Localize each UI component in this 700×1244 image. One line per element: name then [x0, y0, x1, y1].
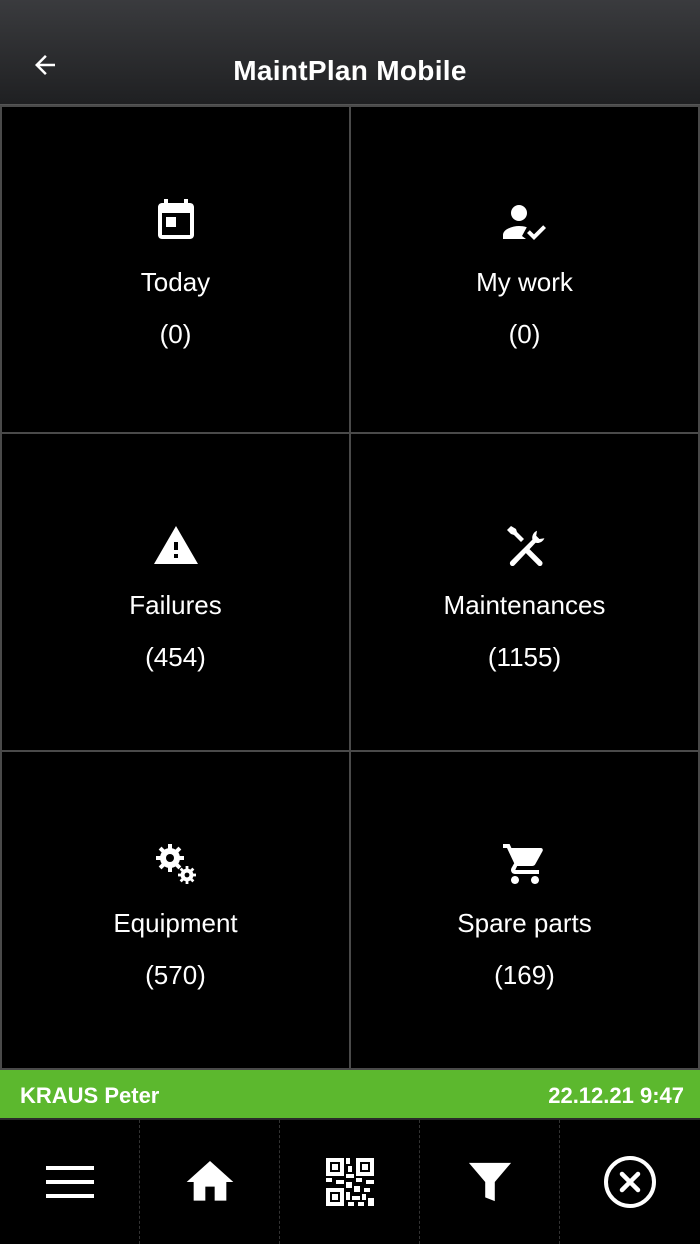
home-icon: [186, 1161, 233, 1201]
tile-count: (0): [159, 319, 192, 349]
date-time: 22.12.21 9:47: [548, 1083, 684, 1108]
filter-icon: [468, 1162, 511, 1202]
bottom-nav: [0, 1120, 700, 1244]
tile-equipment[interactable]: Equipment (570): [0, 750, 351, 1070]
tile-my-work[interactable]: My work (0): [349, 105, 700, 434]
tile-label: Equipment: [113, 908, 238, 938]
tile-label: Today: [140, 267, 211, 297]
menu-button[interactable]: [0, 1120, 140, 1244]
tile-label: Failures: [129, 590, 222, 620]
close-circle-icon: [604, 1156, 656, 1208]
page-title: MaintPlan Mobile: [233, 55, 467, 86]
status-bar: KRAUS Peter 22.12.21 9:47: [0, 1070, 700, 1120]
tile-label: Maintenances: [443, 590, 606, 620]
tile-label: Spare parts: [457, 908, 592, 938]
cart-icon: [502, 844, 543, 884]
home-button[interactable]: [140, 1120, 280, 1244]
menu-icon: [45, 1166, 94, 1198]
user-check-icon: [502, 205, 546, 240]
tile-count: (169): [494, 960, 555, 990]
tools-icon: [506, 526, 544, 566]
tile-count: (570): [145, 960, 206, 990]
tile-failures[interactable]: Failures (454): [0, 432, 351, 752]
app-header: MaintPlan Mobile: [0, 0, 700, 105]
tile-count: (0): [508, 319, 541, 349]
tile-label: My work: [476, 267, 573, 297]
tile-today[interactable]: Today (0): [0, 105, 351, 434]
filter-button[interactable]: [420, 1120, 560, 1244]
tile-count: (454): [145, 642, 206, 672]
user-name: KRAUS Peter: [20, 1083, 160, 1108]
warning-icon: [153, 526, 198, 564]
qr-scan-button[interactable]: [280, 1120, 420, 1244]
dashboard-grid: Today (0) My work (0) Failures (454) Mai…: [0, 105, 700, 1070]
tile-spare-parts[interactable]: Spare parts (169): [349, 750, 700, 1070]
qr-code-icon: [325, 1158, 374, 1206]
close-button[interactable]: [560, 1120, 700, 1244]
calendar-icon: [157, 199, 194, 239]
gears-icon: [155, 844, 196, 884]
tile-count: (1155): [487, 642, 562, 672]
tile-maintenances[interactable]: Maintenances (1155): [349, 432, 700, 752]
